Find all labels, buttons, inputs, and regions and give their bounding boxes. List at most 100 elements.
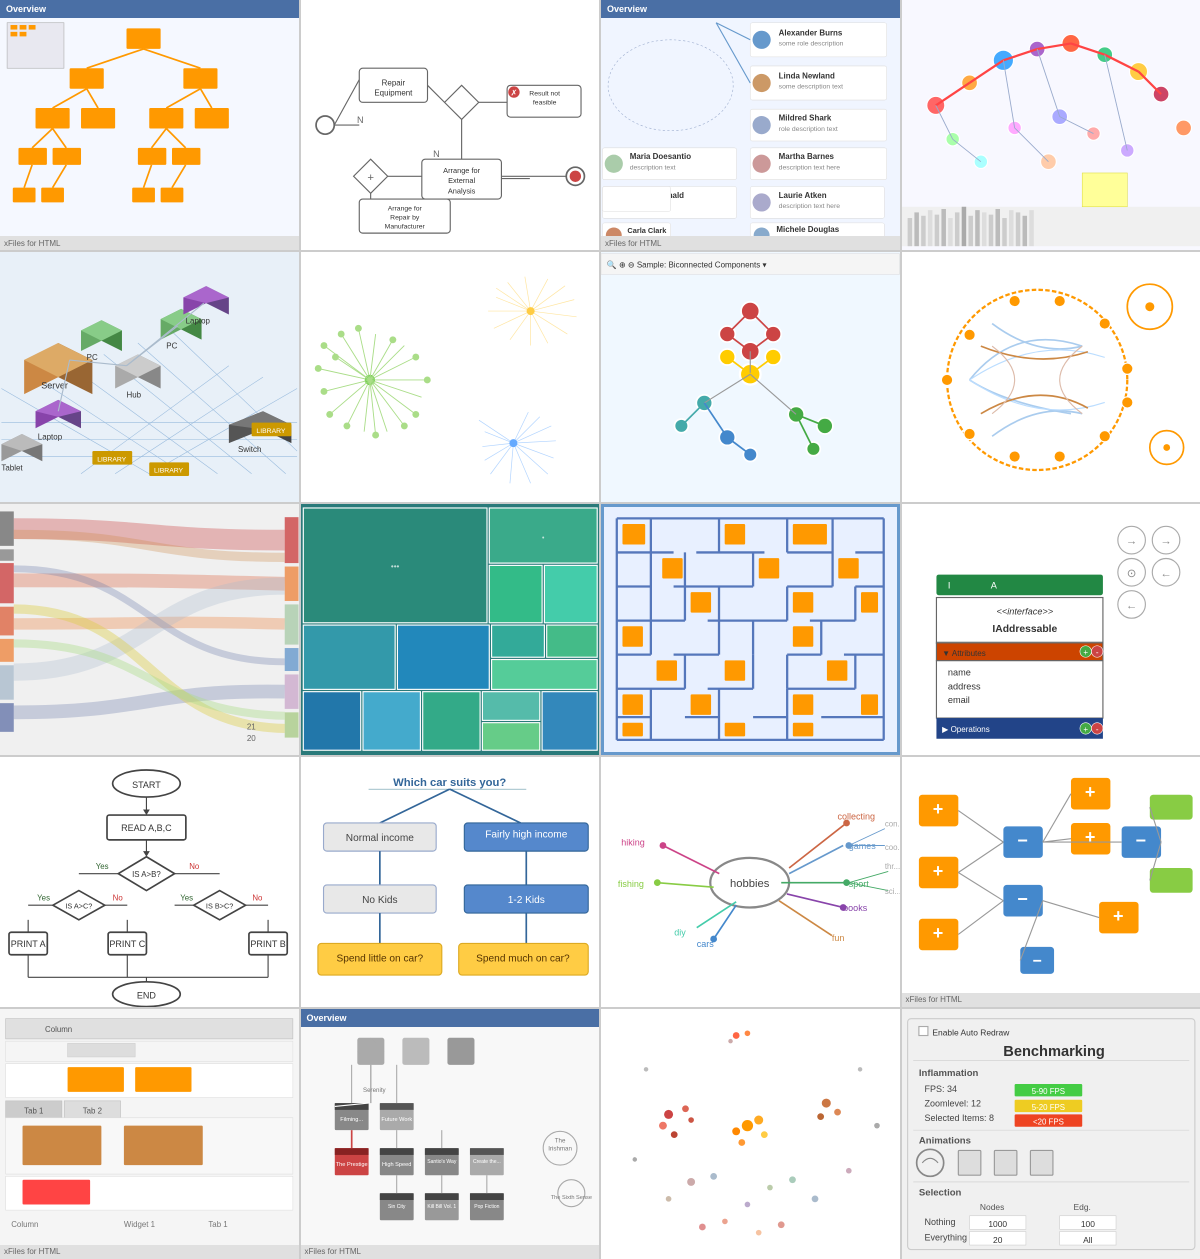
svg-text:No: No	[252, 893, 263, 902]
cell-network-colorful	[902, 0, 1200, 250]
svg-text:some role description: some role description	[779, 40, 844, 47]
footer-bar-1: xFiles for HTML	[0, 236, 299, 250]
svg-text:sci...: sci...	[885, 887, 900, 896]
svg-text:PRINT C: PRINT C	[109, 938, 145, 948]
svg-text:Tablet: Tablet	[1, 464, 23, 473]
svg-text:READ A,B,C: READ A,B,C	[121, 822, 172, 832]
svg-text:Benchmarking: Benchmarking	[1003, 1044, 1105, 1060]
svg-text:Nodes: Nodes	[979, 1202, 1003, 1212]
svg-text:Future Work: Future Work	[381, 1117, 412, 1123]
svg-text:Hub: Hub	[127, 391, 142, 400]
footer-bar-16: xFiles for HTML	[902, 993, 1200, 1007]
svg-text:+: +	[1084, 827, 1095, 847]
svg-text:Create the...: Create the...	[472, 1159, 500, 1165]
svg-text:+: +	[367, 172, 374, 184]
isometric-svg: Server Hub PC PC	[0, 252, 299, 502]
svg-text:N: N	[356, 115, 363, 125]
svg-text:sport: sport	[849, 879, 870, 889]
svg-text:External: External	[448, 176, 475, 185]
svg-text:Carla Clark: Carla Clark	[627, 226, 667, 235]
cell-column-layout: Column Tab 1 Tab 2 Column Widget 1 Tab 1	[0, 1009, 299, 1259]
svg-text:description text here: description text here	[779, 164, 841, 171]
svg-text:Kill Bill Vol. 1: Kill Bill Vol. 1	[427, 1204, 456, 1210]
treemap-svg: ••• •	[301, 504, 600, 754]
svg-text:No Kids: No Kids	[362, 895, 397, 906]
svg-text:The Prestige: The Prestige	[335, 1162, 367, 1168]
svg-text:description text here: description text here	[779, 203, 841, 210]
svg-text:←: ←	[1125, 600, 1136, 612]
svg-text:Pop Fiction: Pop Fiction	[474, 1204, 499, 1210]
svg-text:20: 20	[247, 734, 256, 743]
svg-text:20: 20	[993, 1235, 1003, 1245]
cell-mind-map: hobbies games collecting sport books fun…	[601, 757, 900, 1007]
cell-star-graph	[301, 252, 600, 502]
cell-flowchart: START READ A,B,C IS A>B? Yes No IS A>C?	[0, 757, 299, 1007]
cell-node-diagram: + + + − − + + − + −	[902, 757, 1200, 1007]
svg-text:21: 21	[247, 723, 256, 732]
svg-text:END: END	[137, 990, 157, 1000]
svg-text:Santio's Way: Santio's Way	[427, 1159, 457, 1165]
svg-text:feasible: feasible	[532, 100, 556, 107]
svg-text:−: −	[1017, 889, 1028, 909]
svg-text:LIBRARY: LIBRARY	[97, 456, 126, 463]
svg-text:Arrange for: Arrange for	[443, 166, 480, 175]
cell-movie-workflow: Overview Filming... Future Work The Pres…	[301, 1009, 600, 1259]
svg-text:High Speed: High Speed	[382, 1162, 411, 1168]
mindmap-svg: hobbies games collecting sport books fun…	[601, 757, 900, 1007]
svg-text:Mildred Shark: Mildred Shark	[779, 114, 832, 123]
cell-benchmarking: Enable Auto Redraw Benchmarking Inflamma…	[902, 1009, 1200, 1259]
svg-text:IS A>B?: IS A>B?	[132, 870, 161, 879]
svg-text:+: +	[932, 799, 943, 819]
svg-text:IS B>C?: IS B>C?	[206, 901, 233, 910]
svg-text:A: A	[990, 581, 997, 591]
svg-text:fishing: fishing	[618, 879, 644, 889]
svg-text:diy: diy	[674, 927, 686, 937]
svg-text:+: +	[1083, 648, 1088, 657]
svg-text:coo...: coo...	[885, 843, 900, 852]
svg-text:Yes: Yes	[96, 862, 109, 871]
svg-text:name: name	[947, 668, 970, 678]
sankey-svg: 21 20	[0, 504, 299, 754]
svg-text:Equipment: Equipment	[374, 89, 413, 98]
svg-text:1000: 1000	[988, 1219, 1007, 1229]
overview-bar-1: Overview	[0, 0, 299, 18]
svg-text:Repair by: Repair by	[390, 214, 420, 221]
cell-decision-tree: Which car suits you? Normal income Fairl…	[301, 757, 600, 1007]
svg-text:email: email	[947, 696, 969, 706]
svg-text:Michele Douglas: Michele Douglas	[776, 225, 839, 234]
xfiles-label-1: xFiles for HTML	[4, 239, 60, 248]
svg-text:Repair: Repair	[381, 78, 405, 87]
svg-text:Laptop: Laptop	[186, 317, 211, 326]
svg-text:Inflammation: Inflammation	[918, 1068, 978, 1079]
svg-text:Result not: Result not	[529, 91, 560, 98]
main-grid: Overview	[0, 0, 1200, 1259]
svg-text:Arrange for: Arrange for	[387, 205, 422, 212]
svg-text:Yes: Yes	[37, 893, 50, 902]
svg-text:Nothing: Nothing	[924, 1217, 955, 1227]
xfiles-label-3: xFiles for HTML	[605, 239, 661, 248]
svg-text:−: −	[1017, 830, 1028, 850]
cell-maze	[601, 504, 900, 754]
svg-text:Zoomlevel: 12: Zoomlevel: 12	[924, 1098, 981, 1108]
cell-scatter-plot	[601, 1009, 900, 1259]
bench-svg: Enable Auto Redraw Benchmarking Inflamma…	[902, 1009, 1200, 1259]
svg-text:+: +	[1113, 906, 1124, 926]
star-svg	[301, 252, 600, 502]
svg-text:hiking: hiking	[621, 837, 645, 847]
svg-text:5-20 FPS: 5-20 FPS	[1031, 1103, 1064, 1112]
svg-text:→: →	[1160, 536, 1171, 548]
svg-text:N: N	[433, 149, 440, 159]
svg-text:Yes: Yes	[180, 893, 193, 902]
svg-text:5-90 FPS: 5-90 FPS	[1031, 1087, 1064, 1096]
svg-text:←: ←	[1160, 568, 1171, 580]
svg-text:Column: Column	[45, 1025, 72, 1034]
svg-text:+: +	[1084, 782, 1095, 802]
svg-text:-: -	[1095, 648, 1098, 657]
svg-text:Tab 1: Tab 1	[208, 1220, 227, 1229]
circular-svg	[902, 252, 1200, 502]
svg-text:books: books	[843, 902, 868, 912]
node-diagram-svg: + + + − − + + − + −	[902, 757, 1200, 1007]
svg-text:Manufacturer: Manufacturer	[384, 224, 425, 231]
svg-text:PRINT B: PRINT B	[250, 938, 285, 948]
overview-label-1: Overview	[6, 4, 46, 14]
